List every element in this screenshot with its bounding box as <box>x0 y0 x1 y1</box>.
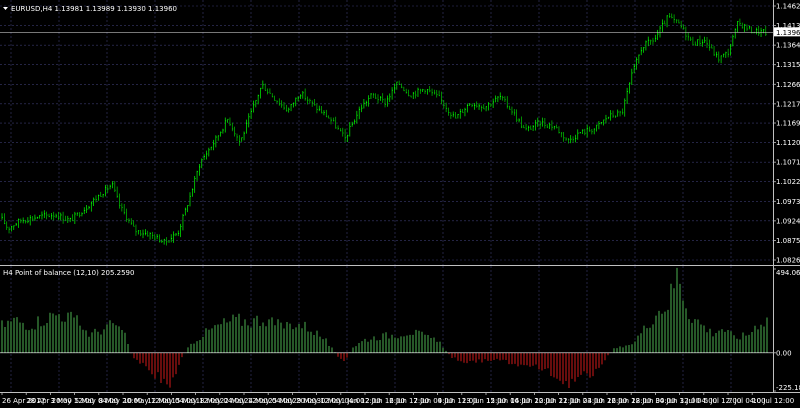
trading-chart[interactable]: EURUSD,H4 1.13981 1.13989 1.13930 1.1396… <box>0 0 800 408</box>
indicator-tick-label: 494.0655 <box>776 269 800 277</box>
price-tick-label: 1.11200 <box>776 139 800 147</box>
current-price-tag-text: 1.13960 <box>776 29 800 37</box>
price-tick-label: 1.10220 <box>776 178 800 186</box>
price-tick-label: 1.11690 <box>776 120 800 128</box>
price-tick-label: 1.12660 <box>776 81 800 89</box>
indicator-tick-label: -225.1836 <box>776 384 800 392</box>
price-tick-label: 1.09240 <box>776 217 800 225</box>
indicator-title: H4 Point of balance (12,10) 205.2590 <box>3 269 134 277</box>
price-tick-label: 1.10710 <box>776 159 800 167</box>
time-label: 10 Jul 12:00 <box>752 397 794 405</box>
chart-title-text: EURUSD,H4 1.13981 1.13989 1.13930 1.1396… <box>11 5 177 13</box>
price-tick-label: 1.14620 <box>776 3 800 11</box>
current-price-tag: 1.13960 <box>773 27 800 37</box>
price-tick-label: 1.13640 <box>776 42 800 50</box>
indicator-tick-label: 0.00 <box>776 349 792 357</box>
price-tick-label: 1.12170 <box>776 100 800 108</box>
price-tick-label: 1.08750 <box>776 237 800 245</box>
price-tick-label: 1.08260 <box>776 257 800 265</box>
price-tick-label: 1.09730 <box>776 198 800 206</box>
chart-title: EURUSD,H4 1.13981 1.13989 1.13930 1.1396… <box>3 5 177 13</box>
price-tick-label: 1.13150 <box>776 61 800 69</box>
